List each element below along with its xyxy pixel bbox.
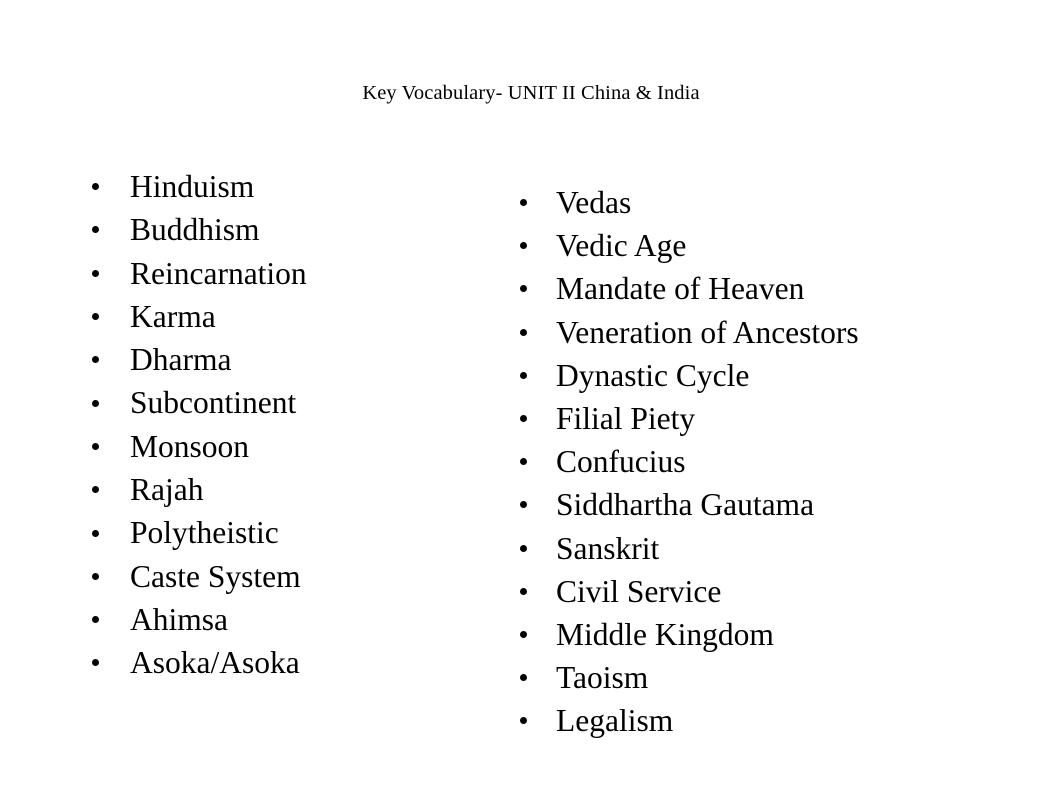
- list-item: Polytheistic: [88, 511, 488, 554]
- list-item: Filial Piety: [516, 397, 986, 440]
- list-item: Reincarnation: [88, 252, 488, 295]
- bullet-disc-icon: [520, 328, 527, 336]
- vocabulary-term-label: Sanskrit: [556, 530, 660, 566]
- list-item: Sanskrit: [516, 527, 986, 570]
- vocabulary-term-label: Subcontinent: [130, 385, 297, 421]
- vocabulary-term-label: Ahimsa: [130, 601, 228, 637]
- vocabulary-term-label: Buddhism: [130, 212, 260, 248]
- list-item: Mandate of Heaven: [516, 267, 986, 310]
- bullet-disc-icon: [92, 399, 99, 407]
- list-item: Ahimsa: [88, 598, 488, 641]
- list-item: Monsoon: [88, 425, 488, 468]
- vocabulary-term-label: Civil Service: [556, 573, 722, 609]
- page-title: Key Vocabulary- UNIT II China & India: [362, 82, 700, 104]
- vocabulary-term-label: Confucius: [556, 444, 686, 480]
- vocabulary-term-label: Hinduism: [130, 169, 255, 204]
- vocabulary-term-label: Taoism: [556, 660, 649, 696]
- list-item: Rajah: [88, 468, 488, 511]
- list-item: Hinduism: [88, 165, 488, 208]
- bullet-disc-icon: [92, 442, 99, 450]
- vocabulary-term-label: Monsoon: [130, 428, 250, 464]
- bullet-disc-icon: [520, 415, 527, 423]
- bullet-disc-icon: [92, 572, 99, 580]
- vocabulary-term-label: Dharma: [130, 342, 232, 378]
- bullet-disc-icon: [520, 630, 527, 638]
- vocabulary-term-label: Legalism: [556, 703, 674, 739]
- vocabulary-term-label: Siddhartha Gautama: [556, 487, 815, 523]
- vocabulary-term-label: Polytheistic: [130, 515, 279, 551]
- vocabulary-list-right: Vedas Vedic Age Mandate of Heaven Veneratio…: [516, 181, 986, 742]
- vocabulary-term-label: Karma: [130, 298, 216, 334]
- bullet-disc-icon: [520, 544, 527, 552]
- list-item: Taoism: [516, 656, 986, 699]
- list-item: Veneration of Ancestors: [516, 311, 986, 354]
- list-item: Legalism: [516, 699, 986, 742]
- list-item: Siddhartha Gautama: [516, 483, 986, 526]
- bullet-disc-icon: [92, 529, 99, 537]
- list-item: Middle Kingdom: [516, 613, 986, 656]
- vocabulary-term-label: Dynastic Cycle: [556, 357, 750, 393]
- list-item: Karma: [88, 295, 488, 338]
- vocabulary-term-label: Veneration of Ancestors: [556, 314, 859, 350]
- bullet-disc-icon: [92, 313, 99, 321]
- bullet-disc-icon: [92, 269, 99, 277]
- list-item: Asoka/Asoka: [88, 641, 488, 684]
- vocabulary-term-label: Filial Piety: [556, 400, 696, 436]
- vocabulary-term-label: Vedic Age: [556, 228, 687, 264]
- bullet-disc-icon: [520, 587, 527, 595]
- vocabulary-list-left: Hinduism Buddhism Reincarnation Karma Dharma…: [88, 165, 488, 685]
- bullet-disc-icon: [520, 371, 527, 379]
- vocabulary-term-label: Vedas: [556, 185, 632, 220]
- vocabulary-term-label: Mandate of Heaven: [556, 271, 805, 307]
- list-item: Confucius: [516, 440, 986, 483]
- vocabulary-term-label: Asoka/Asoka: [130, 645, 300, 681]
- vocabulary-term-label: Caste System: [130, 558, 301, 594]
- list-item: Civil Service: [516, 570, 986, 613]
- vocabulary-term-label: Reincarnation: [130, 255, 307, 291]
- slide-canvas: Key Vocabulary- UNIT II China & India Hi…: [0, 0, 1062, 797]
- list-item: Vedas: [516, 181, 986, 224]
- list-item: Subcontinent: [88, 381, 488, 424]
- vocabulary-term-label: Rajah: [130, 472, 204, 508]
- list-item: Vedic Age: [516, 224, 986, 267]
- list-item: Dynastic Cycle: [516, 354, 986, 397]
- list-item: Caste System: [88, 555, 488, 598]
- list-item: Buddhism: [88, 208, 488, 251]
- vocabulary-term-label: Middle Kingdom: [556, 616, 774, 652]
- list-item: Dharma: [88, 338, 488, 381]
